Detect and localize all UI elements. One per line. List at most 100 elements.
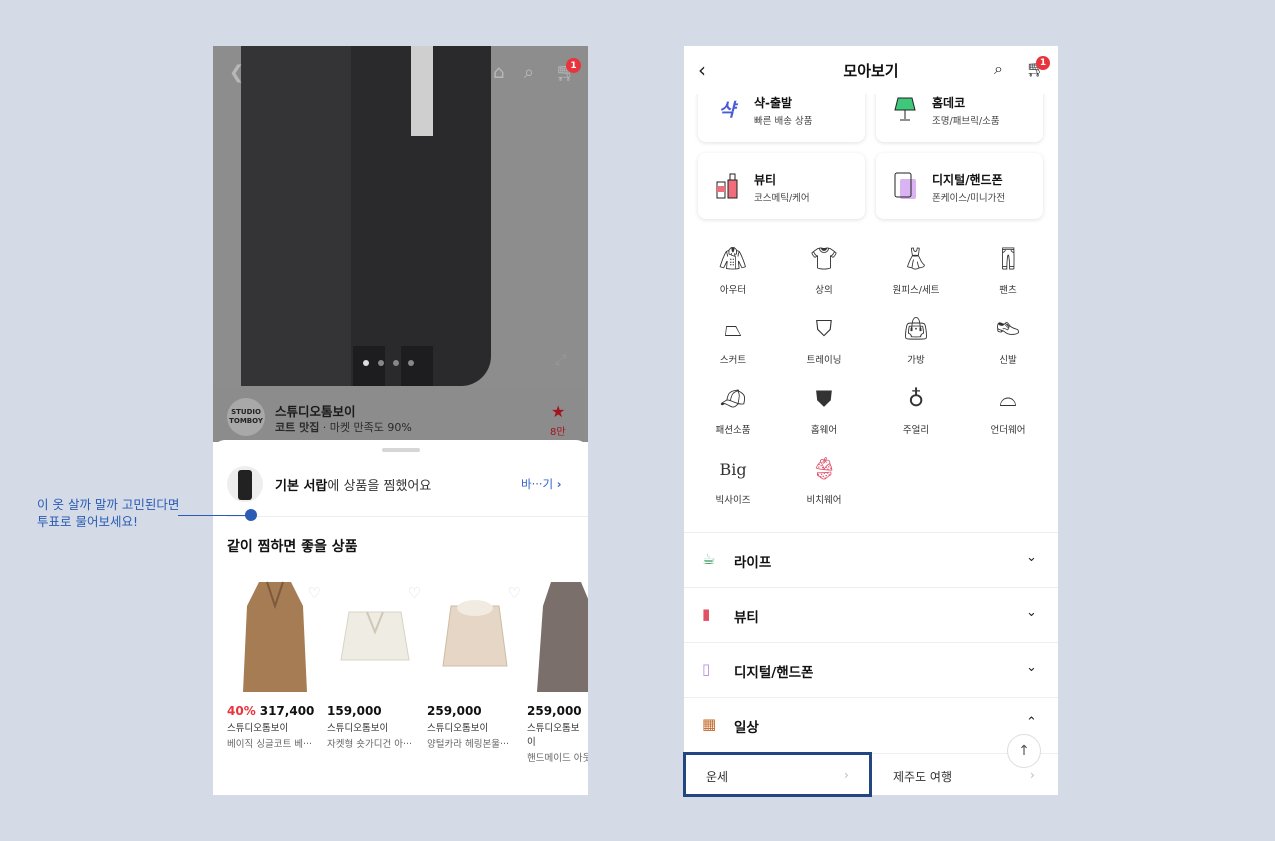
category-homewear[interactable]: ⛊ 홈웨어 bbox=[784, 384, 864, 436]
product-brand: 스튜디오톰보이 bbox=[527, 723, 580, 748]
accordion-beauty[interactable]: ▮ 뷰티 ⌄ bbox=[684, 587, 1058, 642]
phone-icon bbox=[890, 171, 920, 201]
category-accessories[interactable]: 🧢︎ 패션소품 bbox=[693, 384, 773, 436]
service-card-digital[interactable]: 디지털/핸드폰 폰케이스/미니가전 bbox=[876, 153, 1043, 219]
search-icon[interactable]: ⌕ bbox=[994, 59, 1003, 79]
tshirt-icon: 👕︎ bbox=[810, 247, 838, 272]
chevron-up-icon: ⌃ bbox=[1026, 715, 1037, 730]
cosmetic-icon: ▮ bbox=[702, 605, 711, 623]
product-card[interactable]: ♡ 259,000 스튜디오톰보이 양털카라 헤링본울··· bbox=[427, 576, 523, 750]
product-name: 핸드메이드 아웃 bbox=[527, 753, 588, 764]
product-card[interactable]: 259,000 스튜디오톰보이 핸드메이드 아웃 bbox=[527, 576, 588, 764]
heart-icon[interactable]: ♡ bbox=[308, 584, 321, 602]
heart-icon[interactable]: ♡ bbox=[508, 584, 521, 602]
category-training[interactable]: ⛉ 트레이닝 bbox=[784, 314, 864, 366]
expand-icon[interactable]: ⤢ bbox=[555, 352, 566, 368]
product-photo[interactable]: ❮ ⌂ ⌕ 🛒︎ 1 ⤢ bbox=[213, 46, 588, 386]
teacup-icon: ☕︎ bbox=[702, 550, 716, 568]
dress-icon: 👗︎ bbox=[902, 247, 930, 272]
brand-subtitle: 코트 맛집 · 마켓 만족도 90% bbox=[275, 419, 412, 435]
home-icon[interactable]: ⌂ bbox=[493, 62, 504, 83]
search-icon[interactable]: ⌕ bbox=[524, 62, 534, 83]
brand-strip[interactable]: STUDIO TOMBOY 스튜디오톰보이 코트 맛집 · 마켓 만족도 90%… bbox=[213, 386, 588, 442]
product-name: 자켓형 숏가디건 아··· bbox=[327, 739, 413, 750]
category-dress[interactable]: 👗︎ 원피스/세트 bbox=[876, 244, 956, 296]
star-icon[interactable]: ★ bbox=[551, 402, 565, 421]
category-outer[interactable]: 🧥︎ 아우터 bbox=[693, 244, 773, 296]
phone-icon: ▯ bbox=[702, 660, 711, 678]
big-size-icon: Big bbox=[719, 460, 747, 479]
service-card-beauty[interactable]: 뷰티 코스메틱/케어 bbox=[698, 153, 865, 219]
category-bag[interactable]: 👜︎ 가방 bbox=[876, 314, 956, 366]
carousel-dots[interactable] bbox=[363, 360, 513, 366]
product-name: 양털카라 헤링본울··· bbox=[427, 739, 509, 750]
header: ‹ 모아보기 ⌕ 🛒︎ 1 bbox=[684, 46, 1058, 94]
product-brand: 스튜디오톰보이 bbox=[327, 723, 389, 734]
skirt-icon: ⏢ bbox=[724, 317, 742, 342]
drawer-name: 기본 서랍 bbox=[275, 479, 328, 494]
category-underwear[interactable]: ⌓ 언더웨어 bbox=[968, 384, 1048, 436]
lamp-icon bbox=[890, 94, 920, 124]
cosmetic-icon bbox=[712, 171, 742, 201]
category-top[interactable]: 👕︎ 상의 bbox=[784, 244, 864, 296]
category-shoes[interactable]: 👞︎ 신발 bbox=[968, 314, 1048, 366]
product-image bbox=[527, 576, 588, 700]
heart-icon[interactable]: ♡ bbox=[408, 584, 421, 602]
product-name: 베이직 싱글코트 베··· bbox=[227, 739, 313, 750]
change-drawer-link[interactable]: 바···기 › bbox=[521, 476, 562, 492]
bra-icon: ⌓ bbox=[999, 387, 1017, 412]
jacket-icon: 🧥︎ bbox=[719, 247, 747, 272]
robe-icon: ⛊ bbox=[815, 387, 833, 412]
divider bbox=[227, 516, 588, 517]
scroll-to-top-button[interactable]: ↑ bbox=[1007, 734, 1041, 768]
back-icon[interactable]: ❮ bbox=[229, 62, 244, 83]
product-brand: 스튜디오톰보이 bbox=[227, 723, 289, 734]
sheet-grabber[interactable] bbox=[382, 448, 420, 452]
price: 159,000 bbox=[327, 704, 382, 718]
recommendation-title: 같이 찜하면 좋을 상품 bbox=[227, 539, 358, 555]
swimsuit-icon: 👙︎ bbox=[810, 457, 838, 482]
category-big-size[interactable]: Big 빅사이즈 bbox=[693, 454, 773, 506]
sub-item-jeju-trip[interactable]: 제주도 여행 bbox=[893, 768, 952, 785]
like-count: 8만 bbox=[550, 427, 566, 438]
annotation-text: 이 옷 살까 말까 고민된다면 투표로 물어보세요! bbox=[37, 496, 207, 530]
chevron-right-icon: › bbox=[1030, 768, 1035, 782]
calendar-icon: ▦ bbox=[702, 715, 717, 733]
arrow-up-icon: ↑ bbox=[1018, 743, 1030, 759]
brand-logo: STUDIO TOMBOY bbox=[227, 398, 265, 436]
category-beachwear[interactable]: 👙︎ 비치웨어 bbox=[784, 454, 864, 506]
bottom-sheet: 기본 서랍에 상품을 찜했어요 바···기 › 같이 찜하면 좋을 상품 ♡ 4… bbox=[213, 440, 588, 793]
hoodie-icon: ⛉ bbox=[815, 317, 833, 342]
discount: 40% bbox=[227, 704, 256, 718]
bag-icon: 👜︎ bbox=[902, 317, 930, 342]
annotation-line-1: 이 옷 살까 말까 고민된다면 bbox=[37, 497, 180, 512]
brand-name: 스튜디오톰보이 bbox=[275, 404, 356, 419]
category-jewelry[interactable]: ♁ 주얼리 bbox=[876, 384, 956, 436]
price: 317,400 bbox=[259, 704, 315, 718]
accordion-life[interactable]: ☕︎ 라이프 ⌄ bbox=[684, 532, 1058, 587]
category-pants[interactable]: 👖︎ 팬츠 bbox=[968, 244, 1048, 296]
price: 259,000 bbox=[527, 704, 582, 718]
product-card[interactable]: ♡ 40% 317,400 스튜디오톰보이 베이직 싱글코트 베··· bbox=[227, 576, 323, 750]
product-image: ♡ bbox=[327, 576, 423, 700]
pants-icon: 👖︎ bbox=[994, 247, 1022, 272]
shoe-icon: 👞︎ bbox=[994, 317, 1022, 342]
necklace-icon: ♁ bbox=[907, 387, 925, 412]
highlight-box bbox=[683, 752, 872, 797]
annotation-dot bbox=[245, 509, 257, 521]
chevron-down-icon: ⌄ bbox=[1026, 605, 1037, 620]
accordion-daily[interactable]: ▦ 일상 ⌃ bbox=[684, 697, 1058, 752]
drawer-thumbnail bbox=[227, 466, 263, 502]
product-brand: 스튜디오톰보이 bbox=[427, 723, 489, 734]
chevron-down-icon: ⌄ bbox=[1026, 550, 1037, 565]
accordion-digital[interactable]: ▯ 디지털/핸드폰 ⌄ bbox=[684, 642, 1058, 697]
product-detail-screen: ❮ ⌂ ⌕ 🛒︎ 1 ⤢ STUDIO TOMBOY 스튜디오톰보이 코트 맛집… bbox=[213, 46, 588, 795]
category-skirt[interactable]: ⏢ 스커트 bbox=[693, 314, 773, 366]
chevron-right-icon: › bbox=[556, 477, 562, 491]
chevron-down-icon: ⌄ bbox=[1026, 660, 1037, 675]
brand-tag: 코트 맛집 bbox=[275, 421, 320, 434]
annotation-connector bbox=[178, 515, 250, 516]
rocket-icon: 샥 bbox=[718, 100, 736, 121]
cap-icon: 🧢︎ bbox=[719, 387, 747, 412]
product-card[interactable]: ♡ 159,000 스튜디오톰보이 자켓형 숏가디건 아··· bbox=[327, 576, 423, 750]
